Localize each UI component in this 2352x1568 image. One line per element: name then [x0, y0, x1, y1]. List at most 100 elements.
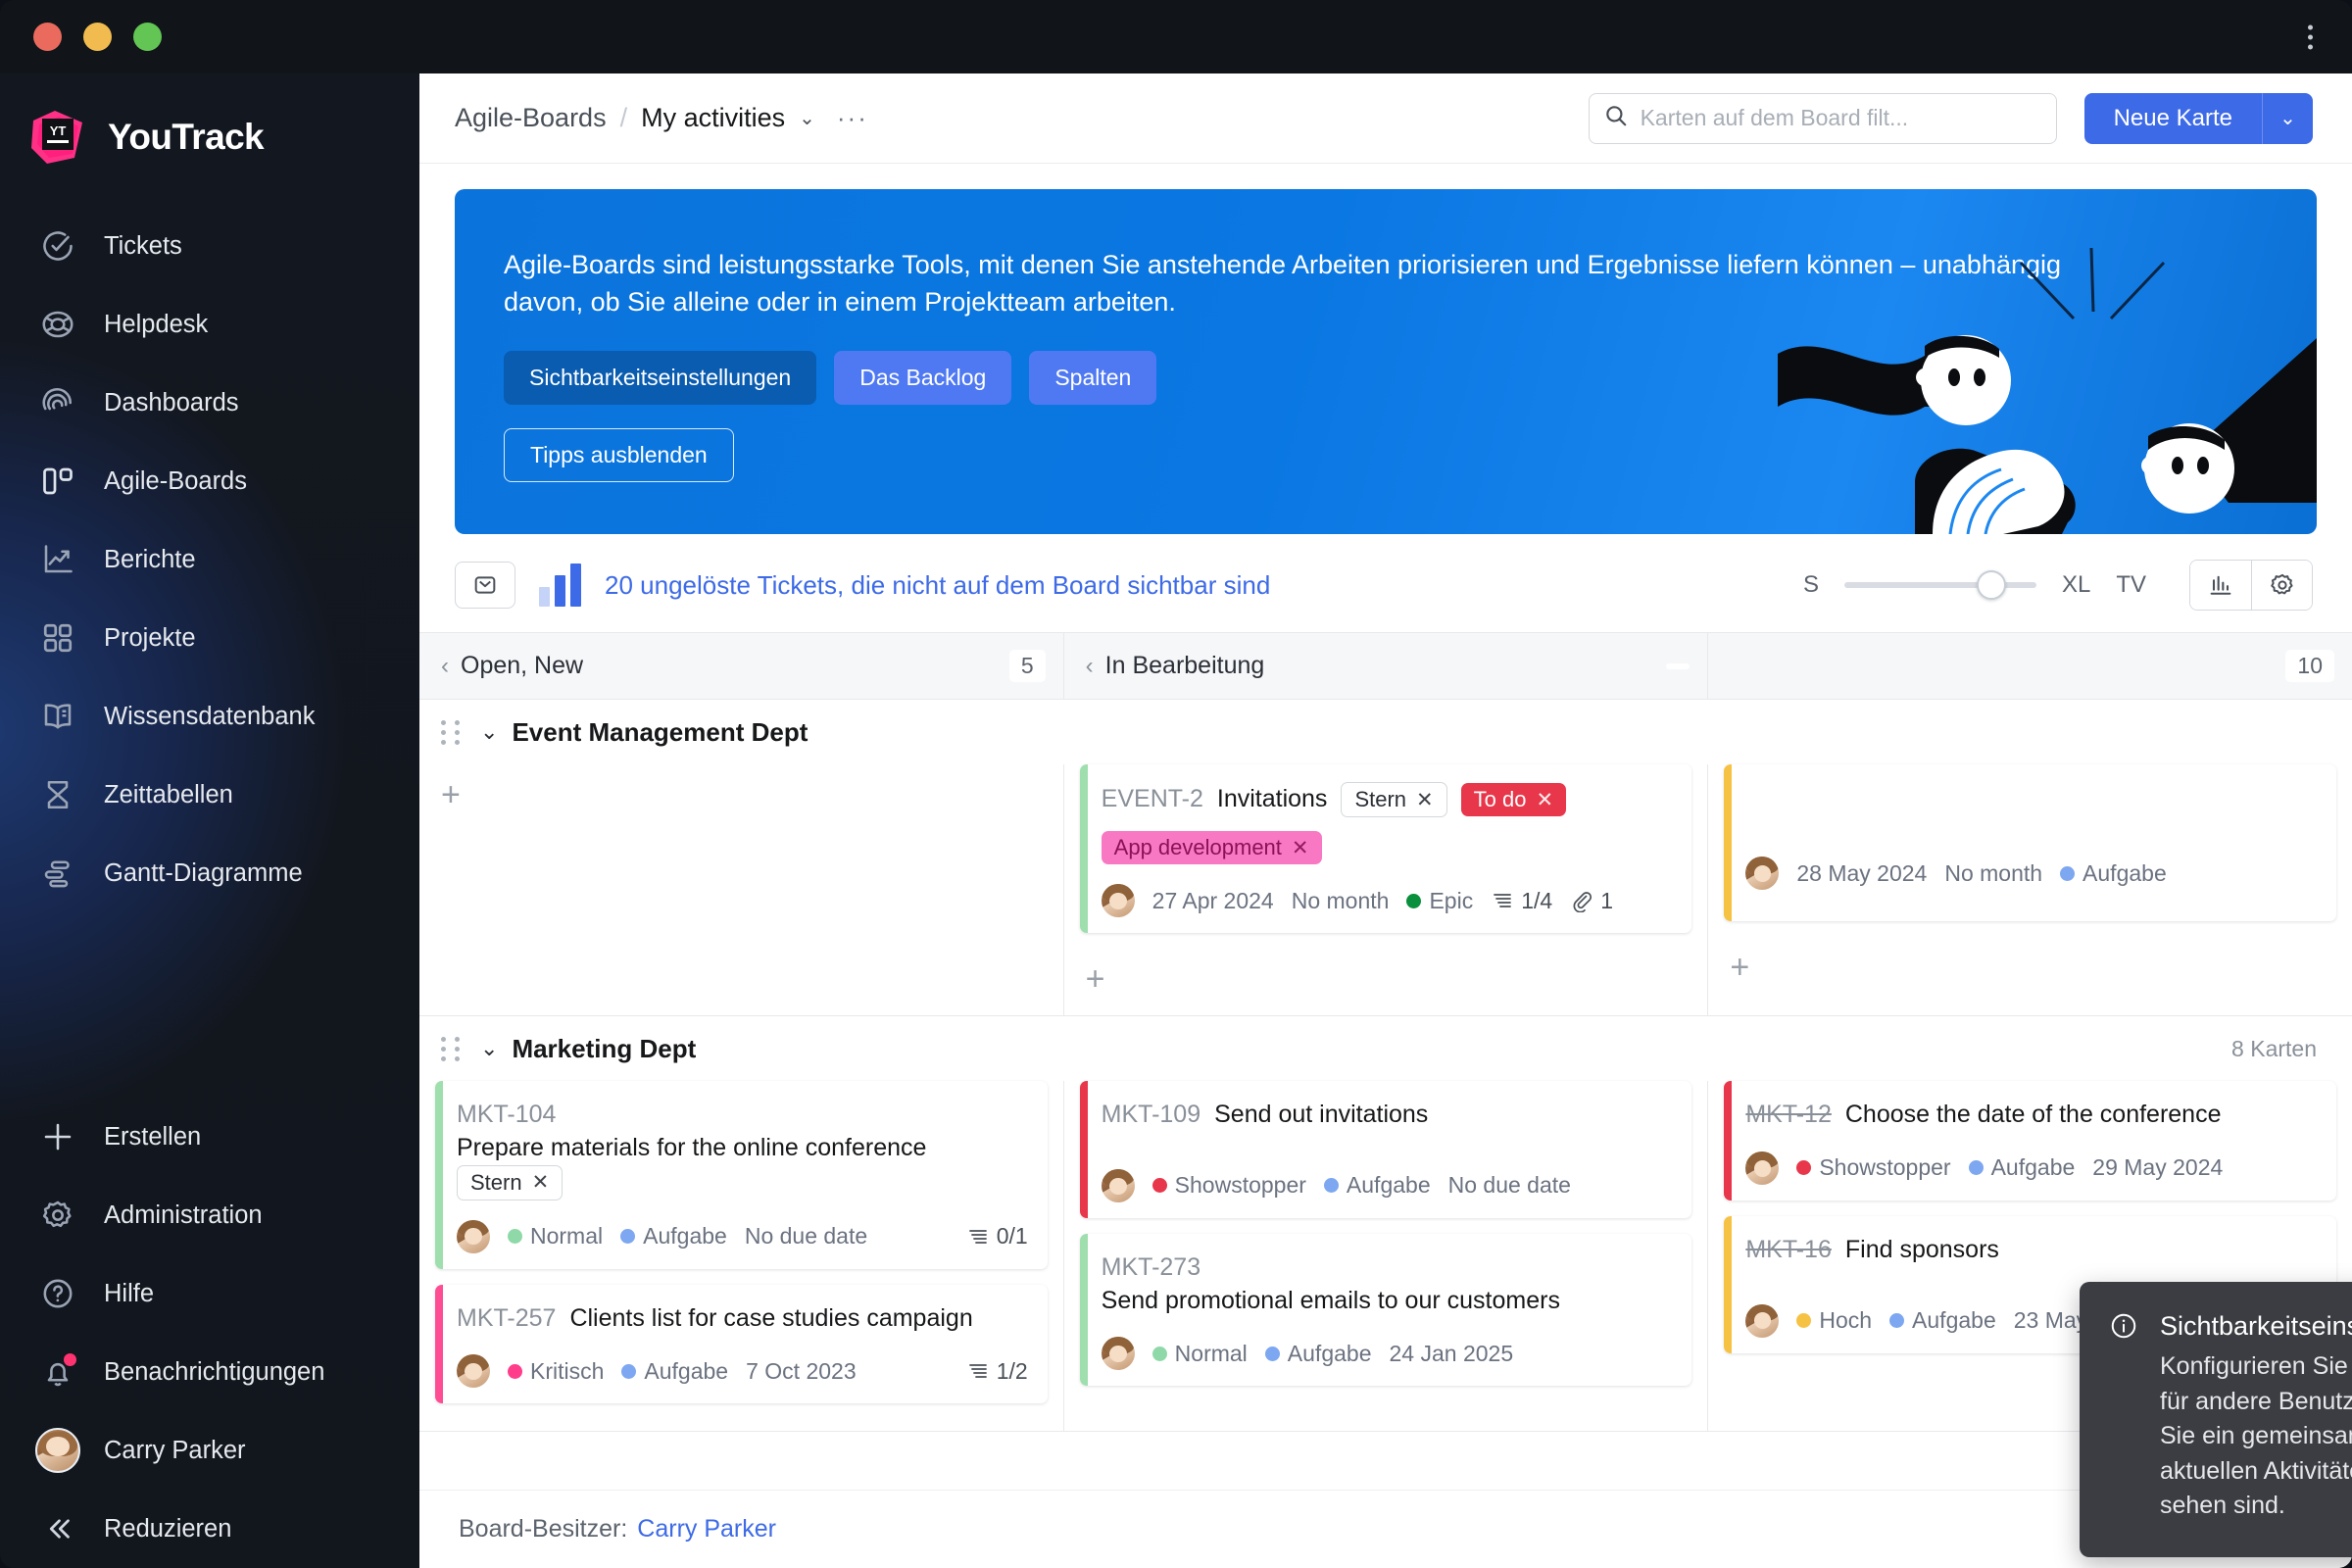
board-column-third[interactable]: 10 [1708, 633, 2352, 699]
sidebar-item-zeittabellen[interactable]: Zeittabellen [0, 756, 419, 834]
double-chevron-left-icon [37, 1508, 78, 1549]
info-circle-icon [2109, 1311, 2138, 1346]
kebab-menu-icon[interactable] [2308, 24, 2313, 49]
sidebar-item-gantt-diagramme[interactable]: Gantt-Diagramme [0, 834, 419, 912]
sidebar-item-user[interactable]: Carry Parker [0, 1411, 419, 1490]
gear-icon[interactable] [2251, 561, 2312, 610]
chevron-down-icon[interactable]: ⌄ [480, 1036, 498, 1061]
search-input[interactable] [1641, 105, 2042, 131]
chevron-down-icon[interactable]: ⌄ [480, 719, 498, 745]
tip-chip-columns[interactable]: Spalten [1029, 351, 1156, 405]
card-priority: Normal [508, 1223, 603, 1250]
sidebar-item-projekte[interactable]: Projekte [0, 599, 419, 677]
sidebar-item-dashboards[interactable]: Dashboards [0, 364, 419, 442]
topbar-actions: Neue Karte ⌄ [1589, 93, 2313, 144]
sidebar-nav: Tickets Helpdesk Dashboards [0, 207, 419, 912]
hide-tips-button[interactable]: Tipps ausblenden [504, 428, 734, 482]
search-box[interactable] [1589, 93, 2057, 144]
assignee-avatar[interactable] [1102, 1337, 1135, 1370]
sidebar-item-wissensdatenbank[interactable]: Wissensdatenbank [0, 677, 419, 756]
drag-handle-icon[interactable] [441, 1037, 463, 1061]
banner-illustration [1768, 189, 2317, 534]
card-subtasks-value: 0/1 [997, 1223, 1028, 1250]
new-card-dropdown-icon[interactable]: ⌄ [2262, 93, 2313, 144]
assignee-avatar[interactable] [1745, 857, 1779, 890]
sidebar-item-tickets[interactable]: Tickets [0, 207, 419, 285]
card-event-2[interactable]: EVENT-2 Invitations Stern ✕ To do ✕ [1080, 764, 1692, 933]
board-column-open-new[interactable]: ‹ Open, New 5 [419, 633, 1064, 699]
card-month: No month [1292, 888, 1390, 914]
card-mkt-104[interactable]: MKT-104 Prepare materials for the online… [435, 1081, 1048, 1269]
card-tag-stern[interactable]: Stern ✕ [1341, 782, 1446, 817]
card-hidden-behind-tooltip[interactable]: 28 May 2024 No month Aufgabe [1724, 764, 2336, 921]
swimlane-header[interactable]: ⌄ Event Management Dept [419, 700, 2352, 764]
sidebar-collapse-button[interactable]: Reduzieren [0, 1490, 419, 1568]
assignee-avatar[interactable] [1102, 1169, 1135, 1202]
close-icon[interactable]: ✕ [1536, 790, 1553, 810]
window-traffic-lights [33, 23, 162, 51]
size-min-label: S [1803, 571, 1819, 599]
add-card-icon[interactable]: + [1724, 937, 1755, 992]
card-tag-app-development[interactable]: App development ✕ [1102, 831, 1322, 864]
window-close-button[interactable] [33, 23, 62, 51]
card-tag-todo[interactable]: To do ✕ [1461, 783, 1566, 816]
swimlane-header[interactable]: ⌄ Marketing Dept 8 Karten [419, 1016, 2352, 1081]
tip-chip-visibility[interactable]: Sichtbarkeitseinstellungen [504, 351, 816, 405]
close-icon[interactable]: ✕ [532, 1172, 550, 1193]
tv-mode-button[interactable]: TV [2116, 571, 2146, 599]
card-type: Aufgabe [620, 1223, 727, 1250]
sidebar-item-label: Zeittabellen [104, 781, 233, 809]
sidebar-item-erstellen[interactable]: Erstellen [0, 1098, 419, 1176]
board-owner-link[interactable]: Carry Parker [637, 1515, 776, 1544]
unresolved-tickets-link[interactable]: 20 ungelöste Tickets, die nicht auf dem … [605, 570, 1270, 601]
card-meta: Kritisch Aufgabe 7 Oct 2023 [457, 1354, 1028, 1388]
sidebar-item-administration[interactable]: Administration [0, 1176, 419, 1254]
add-card-icon[interactable]: + [1080, 949, 1111, 1004]
assignee-avatar[interactable] [457, 1220, 490, 1253]
card-tag-stern[interactable]: Stern ✕ [457, 1165, 563, 1200]
card-id: MKT-273 [1102, 1251, 1200, 1285]
assignee-avatar[interactable] [1102, 884, 1135, 917]
assignee-avatar[interactable] [1745, 1304, 1779, 1338]
chevron-down-icon[interactable]: ⌄ [799, 106, 815, 130]
bar-chart-icon[interactable] [539, 564, 581, 607]
sidebar-item-berichte[interactable]: Berichte [0, 520, 419, 599]
card-mkt-12[interactable]: MKT-12 Choose the date of the conference… [1724, 1081, 2336, 1200]
close-icon[interactable]: ✕ [1416, 790, 1434, 810]
card-mkt-109[interactable]: MKT-109 Send out invitations Showstopper [1080, 1081, 1692, 1218]
close-icon[interactable]: ✕ [1292, 838, 1309, 858]
chevron-left-icon[interactable]: ‹ [1086, 653, 1094, 680]
sidebar-item-helpdesk[interactable]: Helpdesk [0, 285, 419, 364]
new-card-button[interactable]: Neue Karte [2084, 93, 2262, 144]
sidebar-item-agile-boards[interactable]: Agile-Boards [0, 442, 419, 520]
sidebar-collapse-label: Reduzieren [104, 1515, 231, 1544]
inbox-icon[interactable] [455, 562, 515, 609]
slider-knob[interactable] [1977, 570, 2006, 600]
sidebar-item-label: Gantt-Diagramme [104, 859, 303, 888]
board-column-in-bearbeitung[interactable]: ‹ In Bearbeitung [1064, 633, 1709, 699]
breadcrumb-root[interactable]: Agile-Boards [455, 103, 607, 133]
assignee-avatar[interactable] [457, 1354, 490, 1388]
card-mkt-273[interactable]: MKT-273 Send promotional emails to our c… [1080, 1234, 1692, 1387]
card-mkt-257[interactable]: MKT-257 Clients list for case studies ca… [435, 1285, 1048, 1404]
chevron-left-icon[interactable]: ‹ [441, 653, 449, 680]
window-maximize-button[interactable] [133, 23, 162, 51]
more-options-icon[interactable]: ··· [837, 113, 868, 122]
sidebar-item-hilfe[interactable]: Hilfe [0, 1254, 419, 1333]
chart-button-icon[interactable] [2190, 561, 2251, 610]
swimlane-body: + EVENT-2 Invitations Stern ✕ [419, 764, 2352, 1015]
sidebar-item-label: Hilfe [104, 1280, 154, 1308]
assignee-avatar[interactable] [1745, 1152, 1779, 1185]
tip-chip-backlog[interactable]: Das Backlog [834, 351, 1011, 405]
window-minimize-button[interactable] [83, 23, 112, 51]
board-column-headers: ‹ Open, New 5 ‹ In Bearbeitung 10 [419, 633, 2352, 700]
card-size-slider[interactable] [1844, 582, 2036, 588]
add-card-icon[interactable]: + [435, 764, 466, 819]
topbar: Agile-Boards / My activities ⌄ ··· Neue … [419, 74, 2352, 164]
drag-handle-icon[interactable] [441, 720, 463, 745]
sidebar-item-benachrichtigungen[interactable]: Benachrichtigungen [0, 1333, 419, 1411]
sidebar-item-label: Benachrichtigungen [104, 1358, 324, 1387]
breadcrumb-current[interactable]: My activities [641, 103, 785, 133]
column-count [1666, 663, 1690, 669]
lane-cell: MKT-109 Send out invitations Showstopper [1064, 1081, 1709, 1431]
